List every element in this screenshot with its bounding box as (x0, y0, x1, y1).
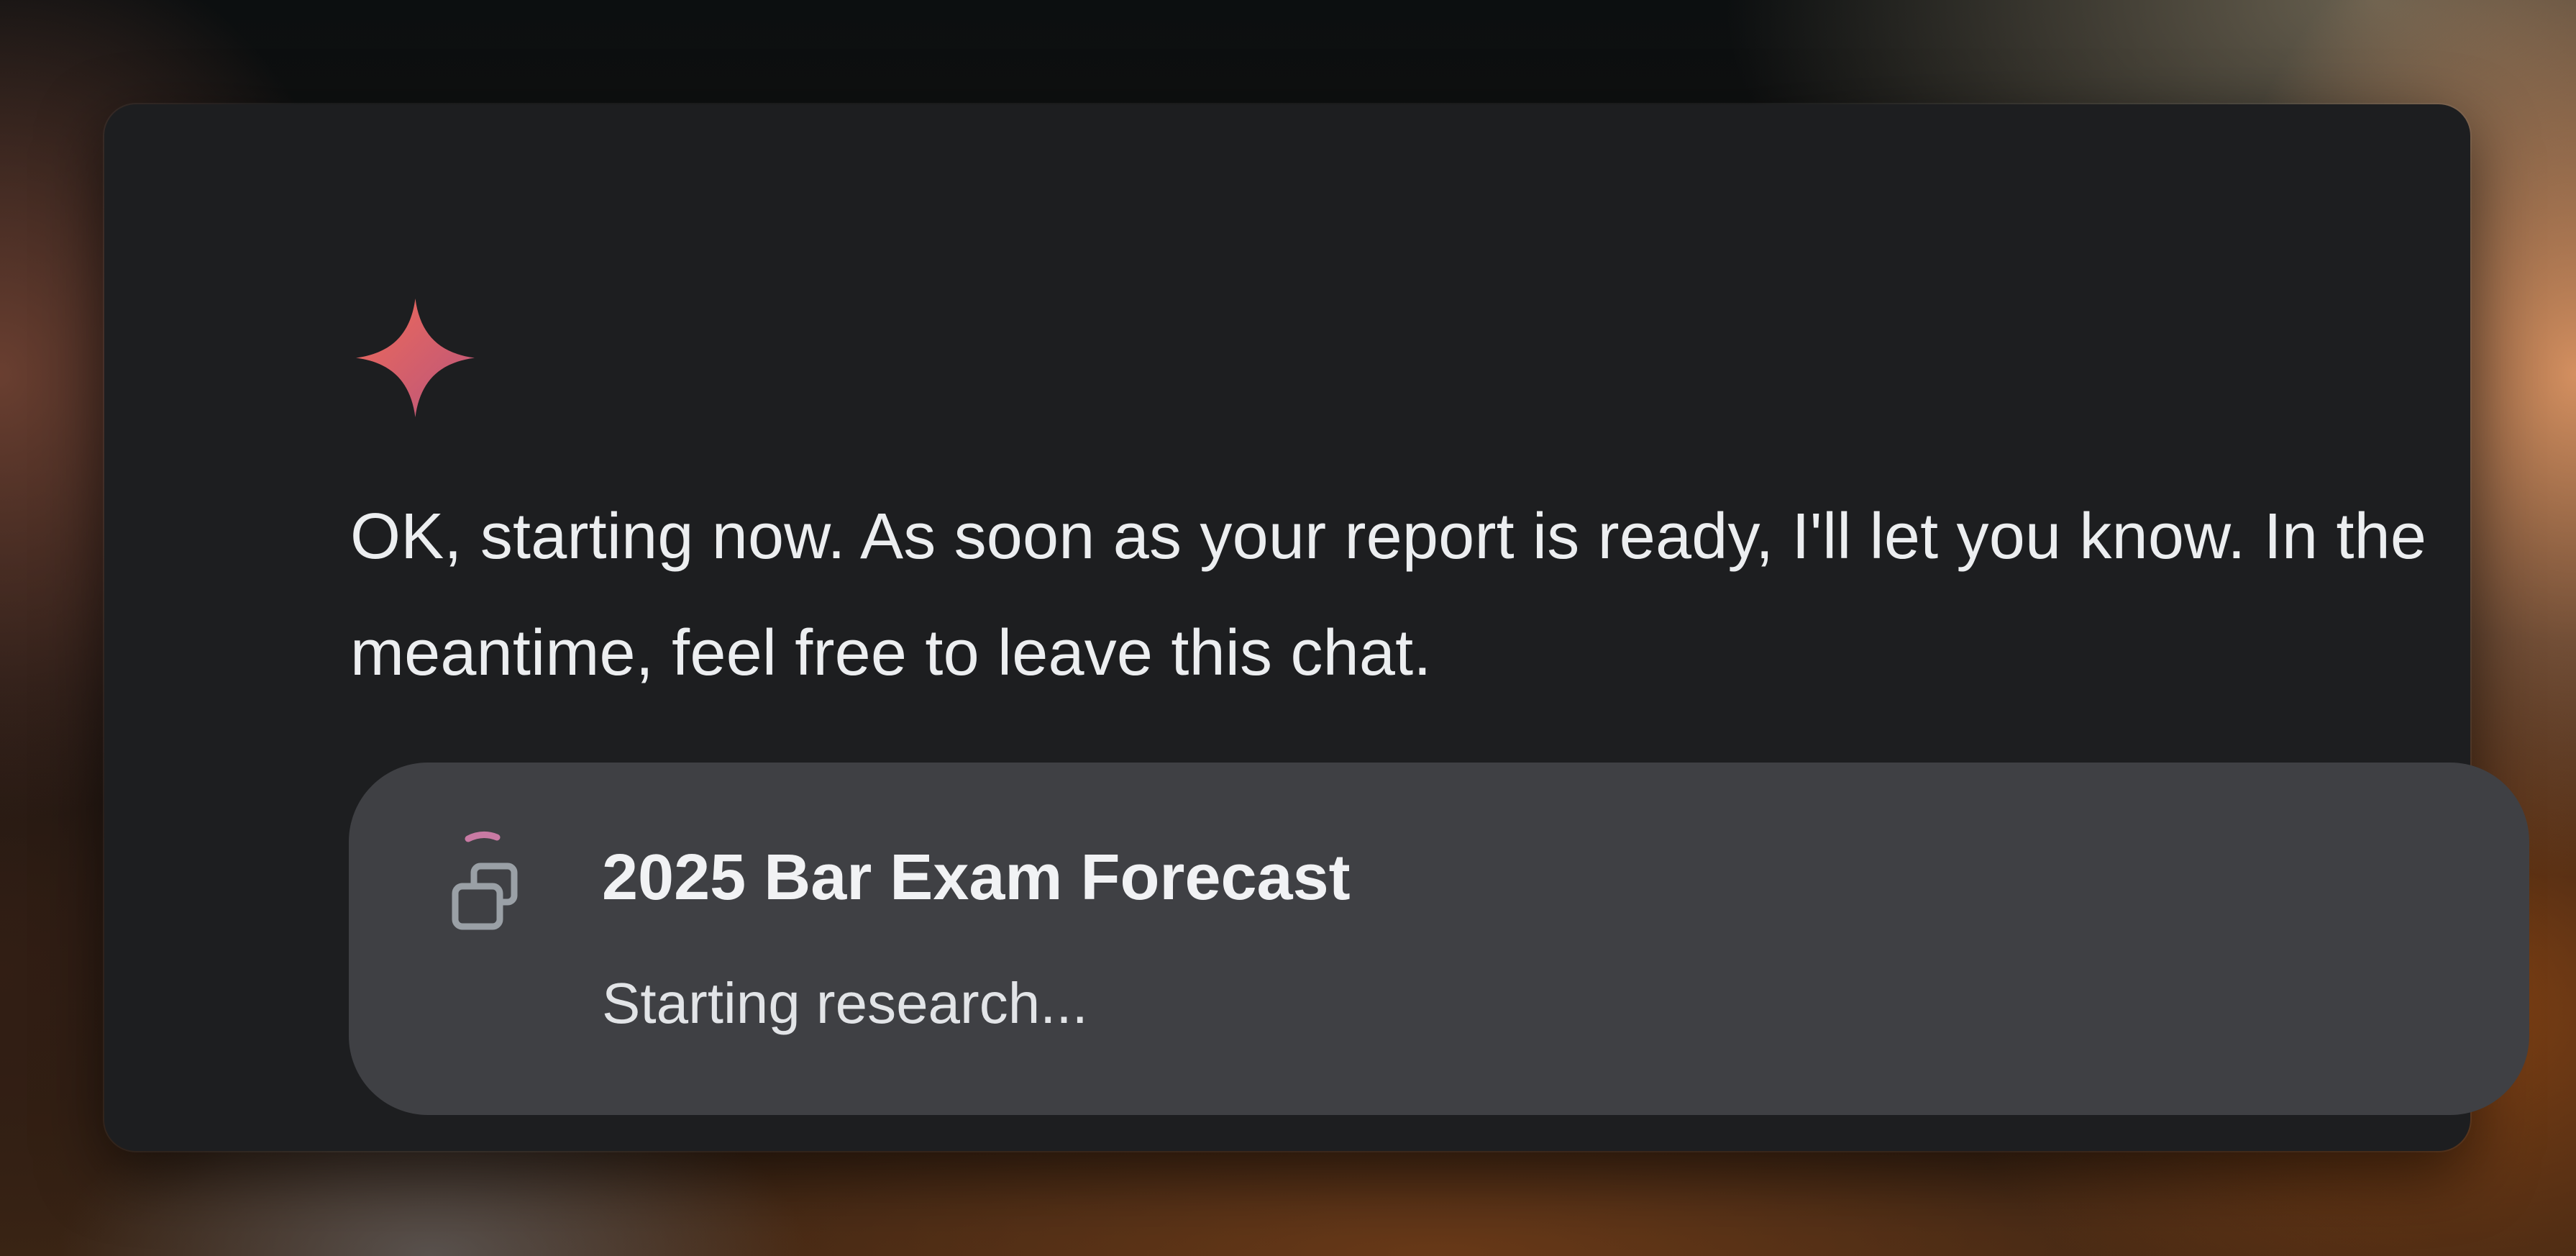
research-task-title: 2025 Bar Exam Forecast (602, 842, 1351, 914)
gemini-spark-icon (356, 299, 475, 417)
chat-message-card: OK, starting now. As soon as your report… (104, 104, 2529, 1151)
assistant-message-text: OK, starting now. As soon as your report… (350, 501, 2427, 689)
research-task-status: Starting research... (602, 971, 1088, 1035)
stacked-windows-spinner-icon (452, 832, 518, 930)
research-task-card[interactable]: 2025 Bar Exam Forecast Starting research… (349, 763, 2529, 1115)
